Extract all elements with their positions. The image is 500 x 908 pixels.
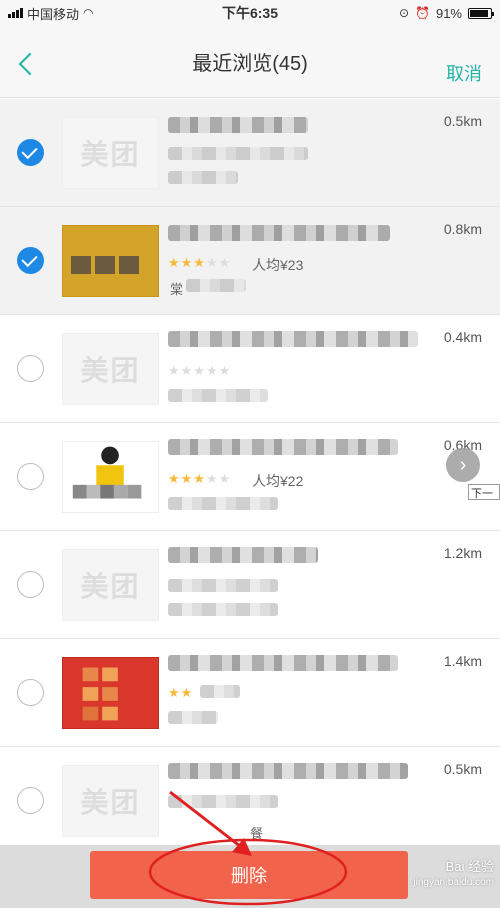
thumbnail-placeholder: 美团 xyxy=(62,117,159,189)
thumbnail-placeholder: 美团 xyxy=(62,549,159,621)
subtext: 棠 xyxy=(170,282,184,297)
rating-stars: ★★ xyxy=(168,685,194,700)
thumbnail-image xyxy=(62,225,159,297)
checkbox-unchecked-icon[interactable] xyxy=(17,787,44,814)
thumbnail-image xyxy=(62,657,159,729)
blurred-title xyxy=(168,439,398,455)
blurred-title xyxy=(168,331,418,347)
delete-button[interactable]: 删除 xyxy=(90,851,408,899)
list-item[interactable]: ★★★★★ 人均¥23 棠 0.8km xyxy=(0,207,500,315)
blurred-title xyxy=(168,117,308,133)
blurred-rating xyxy=(168,147,308,160)
blurred-subtext xyxy=(168,497,278,510)
blurred-subtext xyxy=(168,171,238,184)
battery-icon xyxy=(468,7,494,19)
navigation-bar: 最近浏览(45) 取消 xyxy=(0,26,500,98)
chevron-right-icon[interactable]: › xyxy=(446,448,480,482)
blurred-subtext xyxy=(168,711,218,724)
blurred-subtext xyxy=(168,389,268,402)
page-title: 最近浏览(45) xyxy=(192,53,308,75)
distance-label: 0.8km xyxy=(443,221,482,237)
next-page-tooltip: 下一 xyxy=(468,484,500,500)
list-item[interactable]: 美团 0.5km xyxy=(0,99,500,207)
blurred-title xyxy=(168,225,390,241)
thumbnail-image xyxy=(62,441,159,513)
watermark: Bai 经验 jingyan.baidu.com xyxy=(413,859,494,888)
blurred-rating xyxy=(200,685,240,698)
distance-label: 0.5km xyxy=(443,113,482,129)
thumbnail-placeholder: 美团 xyxy=(62,765,159,837)
checkbox-checked-icon[interactable] xyxy=(17,247,44,274)
carrier-label: 中国移动 xyxy=(27,6,80,22)
checkbox-unchecked-icon[interactable] xyxy=(17,571,44,598)
rating-stars: ★★★★★ xyxy=(168,255,232,270)
blurred-subtext xyxy=(186,279,246,292)
subtext: 餐 xyxy=(250,826,264,841)
signal-icon xyxy=(8,8,23,18)
wifi-icon: ◠ xyxy=(83,6,94,20)
distance-label: 1.4km xyxy=(443,653,482,669)
list-item[interactable]: ★★ 1.4km xyxy=(0,639,500,747)
rotation-lock-icon: ⊙ xyxy=(398,6,410,20)
blurred-title xyxy=(168,547,318,563)
blurred-title xyxy=(168,763,408,779)
price-label: 人均¥22 xyxy=(252,473,304,489)
blurred-subtext xyxy=(168,603,278,616)
distance-label: 0.4km xyxy=(443,329,482,345)
alarm-icon: ⏰ xyxy=(415,6,430,20)
distance-label: 1.2km xyxy=(443,545,482,561)
bottom-action-bar: 删除 Bai 经验 jingyan.baidu.com xyxy=(0,845,500,908)
checkbox-unchecked-icon[interactable] xyxy=(17,679,44,706)
rating-stars: ★★★★★ xyxy=(168,363,232,378)
battery-percent: 91% xyxy=(435,5,462,21)
status-time: 下午6:35 xyxy=(221,5,279,21)
blurred-rating xyxy=(168,795,278,808)
cancel-button[interactable]: 取消 xyxy=(446,60,482,86)
list-item[interactable]: 美团 ★★★★★ 0.4km xyxy=(0,315,500,423)
list-item[interactable]: 美团 餐 0.5km xyxy=(0,747,500,844)
checkbox-unchecked-icon[interactable] xyxy=(17,463,44,490)
blurred-title xyxy=(168,655,398,671)
checkbox-checked-icon[interactable] xyxy=(17,139,44,166)
checkbox-unchecked-icon[interactable] xyxy=(17,355,44,382)
thumbnail-placeholder: 美团 xyxy=(62,333,159,405)
status-bar: 中国移动 ◠ 下午6:35 ⊙ ⏰ 91% xyxy=(0,0,500,26)
distance-label: 0.5km xyxy=(443,761,482,777)
list-item[interactable]: ★★★★★ 人均¥22 0.6km xyxy=(0,423,500,531)
history-list: 美团 0.5km ★★★★★ 人均¥23 棠 0.8km 美团 ★★★★★ 0.… xyxy=(0,99,500,844)
rating-stars: ★★★★★ xyxy=(168,471,232,486)
list-item[interactable]: 美团 1.2km xyxy=(0,531,500,639)
price-label: 人均¥23 xyxy=(252,257,304,273)
blurred-rating xyxy=(168,579,278,592)
